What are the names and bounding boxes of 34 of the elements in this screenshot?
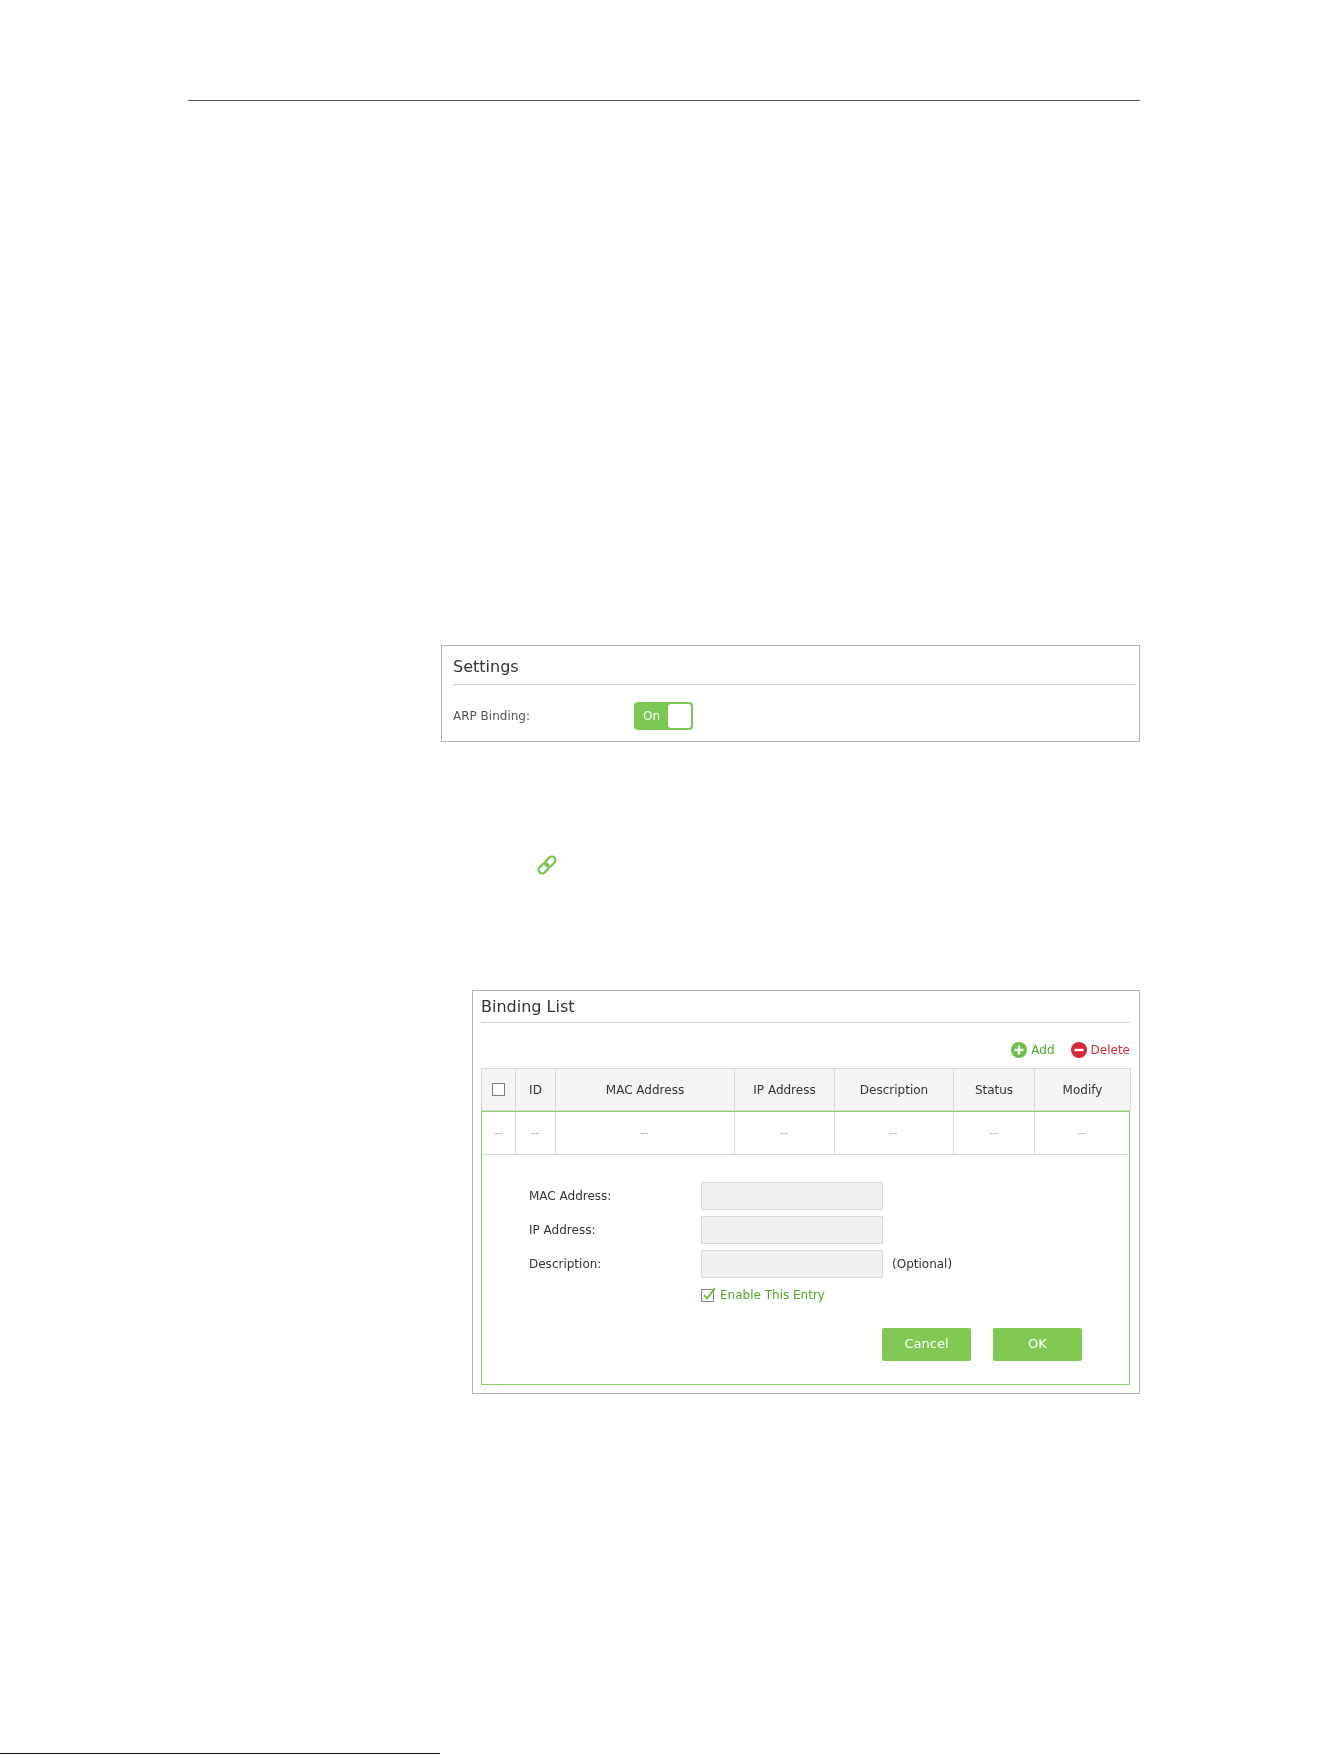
column-header: Status	[953, 1068, 1035, 1111]
input-field[interactable]	[701, 1181, 883, 1210]
add-button[interactable]: Add	[1011, 1041, 1055, 1059]
table-cell: --	[953, 1112, 1034, 1154]
table-cell: --	[555, 1112, 734, 1154]
table-cell: --	[734, 1112, 834, 1154]
cancel-button[interactable]: Cancel	[882, 1327, 971, 1361]
panel-title: Settings	[453, 656, 519, 678]
table-cell: --	[515, 1112, 555, 1154]
table-cell: --	[834, 1112, 953, 1154]
column-header: MAC Address	[555, 1068, 735, 1111]
plus-circle-icon	[1011, 1042, 1028, 1058]
checkbox[interactable]	[701, 1287, 716, 1302]
table-cell: --	[1034, 1112, 1129, 1154]
field-label: ARP Binding:	[453, 708, 531, 724]
optional-note: (Optional)	[892, 1255, 953, 1272]
column-header: Description	[834, 1068, 954, 1111]
input-field[interactable]	[701, 1249, 883, 1278]
select-all-checkbox[interactable]	[492, 1083, 505, 1096]
minus-circle-icon	[1070, 1042, 1087, 1058]
field-label: MAC Address:	[529, 1187, 613, 1204]
column-header: ID	[515, 1068, 556, 1111]
field-label: Description:	[529, 1255, 603, 1272]
toggle-switch[interactable]: On	[634, 702, 693, 730]
column-header: IP Address	[734, 1068, 835, 1111]
checkbox-label[interactable]: Enable This Entry	[720, 1286, 825, 1303]
input-field[interactable]	[701, 1215, 883, 1244]
delete-button[interactable]: Delete	[1070, 1041, 1130, 1059]
panel-title: Binding List	[481, 996, 575, 1018]
column-header: Modify	[1034, 1068, 1131, 1111]
table-cell: --	[482, 1112, 515, 1154]
ok-button[interactable]: OK	[993, 1327, 1082, 1361]
field-label: IP Address:	[529, 1221, 597, 1238]
chain-link-icon	[536, 854, 558, 876]
